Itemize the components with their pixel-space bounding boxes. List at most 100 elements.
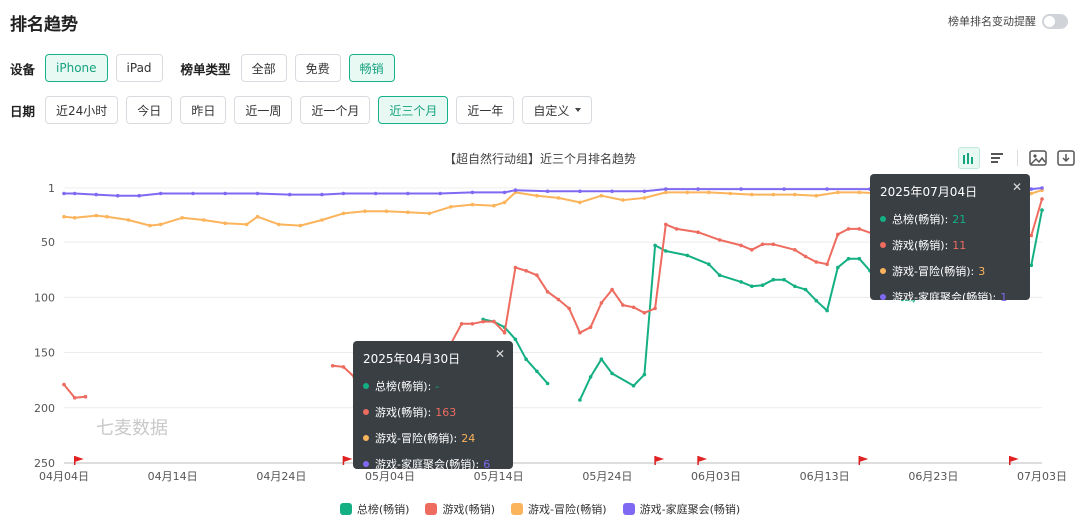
data-point [406,210,410,215]
series-dot-icon [363,409,369,415]
data-point [578,398,582,402]
data-point [148,223,152,228]
data-point [223,221,227,226]
data-point [449,205,453,209]
series-dot-icon [880,294,886,300]
legend-item[interactable]: 游戏-家庭聚会(畅销) [622,501,741,517]
tooltip-row: 游戏-家庭聚会(畅销): 1 [880,289,1020,305]
data-point [1040,208,1044,212]
data-point [857,227,862,231]
x-tick-label: 06月23日 [908,470,958,483]
data-point [588,375,593,379]
data-point [320,218,324,222]
data-point [115,193,120,198]
legend-item[interactable]: 总榜(畅销) [339,501,410,517]
data-point [857,256,862,261]
data-point [825,187,829,191]
close-icon[interactable]: ✕ [495,347,505,361]
data-point [599,357,604,362]
tooltip-label: 总榜(畅销): [892,213,949,226]
tooltip-value: 3 [978,264,986,278]
data-point [105,214,109,219]
data-point [653,243,657,248]
data-point [599,301,604,305]
data-point [72,396,77,400]
data-point [793,284,797,289]
data-point [836,265,840,270]
data-point [846,227,851,231]
data-point [330,364,335,368]
y-tick-label: 150 [34,347,55,360]
data-point [578,189,582,194]
data-point [664,190,668,195]
chart-legend: 总榜(畅销) 游戏(畅销) 游戏-冒险(畅销) 游戏-家庭聚会(畅销) [0,501,1080,517]
data-point [223,191,227,196]
series-dot-icon [880,216,886,222]
tooltip-date: 2025年07月04日 [880,185,978,199]
data-point [1040,197,1044,201]
data-point [94,192,98,197]
data-point [846,256,851,261]
data-point [244,222,249,227]
data-point [696,230,700,234]
data-point [481,319,485,324]
data-point [760,242,765,247]
data-point [556,297,561,302]
tooltip-label: 游戏(畅销): [375,406,432,419]
flag-icon [1009,456,1019,462]
data-point [588,325,593,330]
tooltip-apr30: 2025年04月30日 ✕ 总榜(畅销): - 游戏(畅销): 163 游戏-冒险(畅销… [353,341,513,471]
data-point [513,337,518,342]
data-point [793,192,797,197]
data-point [707,262,711,267]
data-point [545,189,550,194]
data-point [1040,186,1044,190]
data-point [158,191,163,196]
tooltip-row: 游戏-冒险(畅销): 24 [363,430,503,446]
data-point [642,196,647,200]
tooltip-label: 总榜(畅销): [375,380,432,393]
x-tick-label: 04月14日 [148,470,198,483]
data-point [363,209,367,213]
data-point [277,222,281,227]
data-point [545,381,550,386]
data-point [524,357,528,362]
data-point [535,273,539,278]
data-point [771,277,776,282]
data-point [814,193,819,198]
tooltip-value: - [435,379,440,393]
data-point [610,189,614,194]
x-tick-label: 06月03日 [691,470,741,483]
tooltip-label: 游戏-冒险(畅销): [892,265,975,278]
close-icon[interactable]: ✕ [1012,180,1022,194]
legend-label: 游戏-冒险(畅销) [528,503,607,516]
data-point [255,214,260,219]
data-point [524,269,528,273]
y-tick-label: 200 [34,402,55,415]
data-point [406,191,410,196]
legend-item[interactable]: 游戏(畅销) [425,501,495,517]
data-point [631,383,636,388]
series-line [63,383,86,399]
data-point [72,216,77,220]
data-point [739,187,743,191]
legend-label: 游戏(畅销) [442,503,496,516]
flag-icon [859,456,869,462]
data-point [373,191,378,196]
data-point [180,216,184,220]
data-point [502,190,507,195]
data-point [341,191,346,196]
series-dot-icon [363,461,369,467]
flag-icon [343,456,353,462]
data-point [137,193,141,198]
y-tick-label: 250 [34,457,55,470]
y-tick-label: 1 [48,182,55,195]
legend-item[interactable]: 游戏-冒险(畅销) [511,501,607,517]
legend-label: 总榜(畅销) [356,503,410,516]
data-point [739,280,743,284]
data-point [341,211,346,216]
legend-label: 游戏-家庭聚会(畅销) [639,503,741,516]
data-point [782,277,786,282]
x-tick-label: 04月04日 [39,470,89,483]
tooltip-date: 2025年04月30日 [363,352,461,366]
